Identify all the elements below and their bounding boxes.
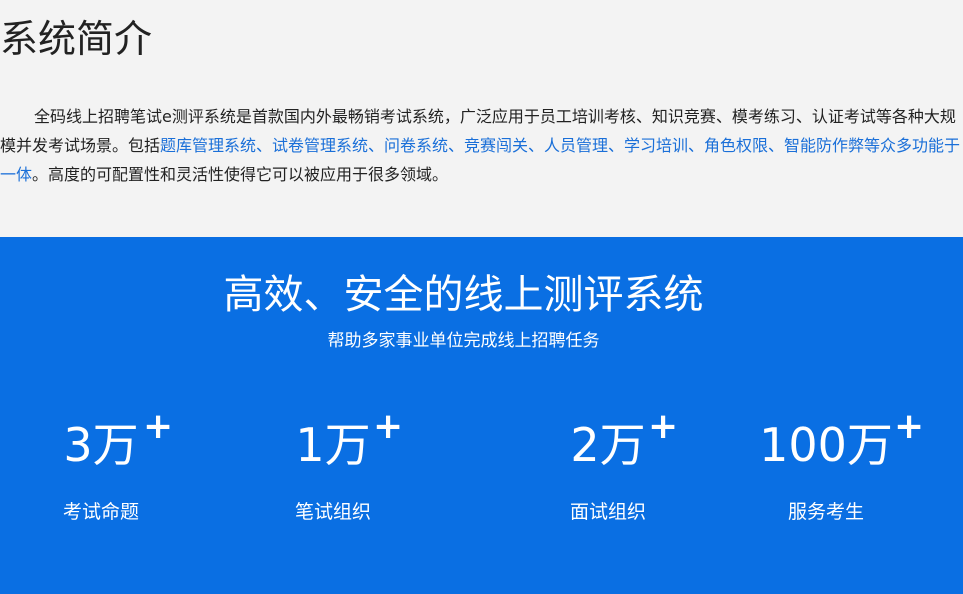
intro-text-suffix: 。高度的可配置性和灵活性使得它可以被应用于很多领域。 <box>32 165 449 184</box>
intro-section: 系统简介 全码线上招聘笔试e测评系统是首款国内外最畅销考试系统，广泛应用于员工培… <box>0 0 963 237</box>
stat-interviews: 2万 + 面试组织 <box>538 407 708 537</box>
stats-subheading: 帮助多家事业单位完成线上招聘任务 <box>327 331 600 351</box>
stat-value: 100万 <box>759 418 893 472</box>
plus-icon: + <box>143 406 174 447</box>
stat-label: 面试组织 <box>569 501 646 523</box>
stat-written-exams: 1万 + 笔试组织 <box>263 407 433 537</box>
plus-icon: + <box>894 406 925 447</box>
stat-candidates-served: 100万 + 服务考生 <box>756 407 926 537</box>
stats-heading: 高效、安全的线上测评系统 <box>223 272 704 318</box>
stat-exam-questions: 3万 + 考试命题 <box>31 407 201 537</box>
plus-icon: + <box>648 406 679 447</box>
stats-section: 高效、安全的线上测评系统 帮助多家事业单位完成线上招聘任务 3万 + 考试命题 … <box>0 237 963 594</box>
plus-icon: + <box>373 406 404 447</box>
intro-text: 全码线上招聘笔试e测评系统是首款国内外最畅销考试系统，广泛应用于员工培训考核、知… <box>0 102 963 189</box>
stat-label: 考试命题 <box>62 501 139 523</box>
intro-title: 系统简介 <box>0 17 153 61</box>
stat-label: 笔试组织 <box>294 501 371 523</box>
stat-label: 服务考生 <box>787 501 864 523</box>
